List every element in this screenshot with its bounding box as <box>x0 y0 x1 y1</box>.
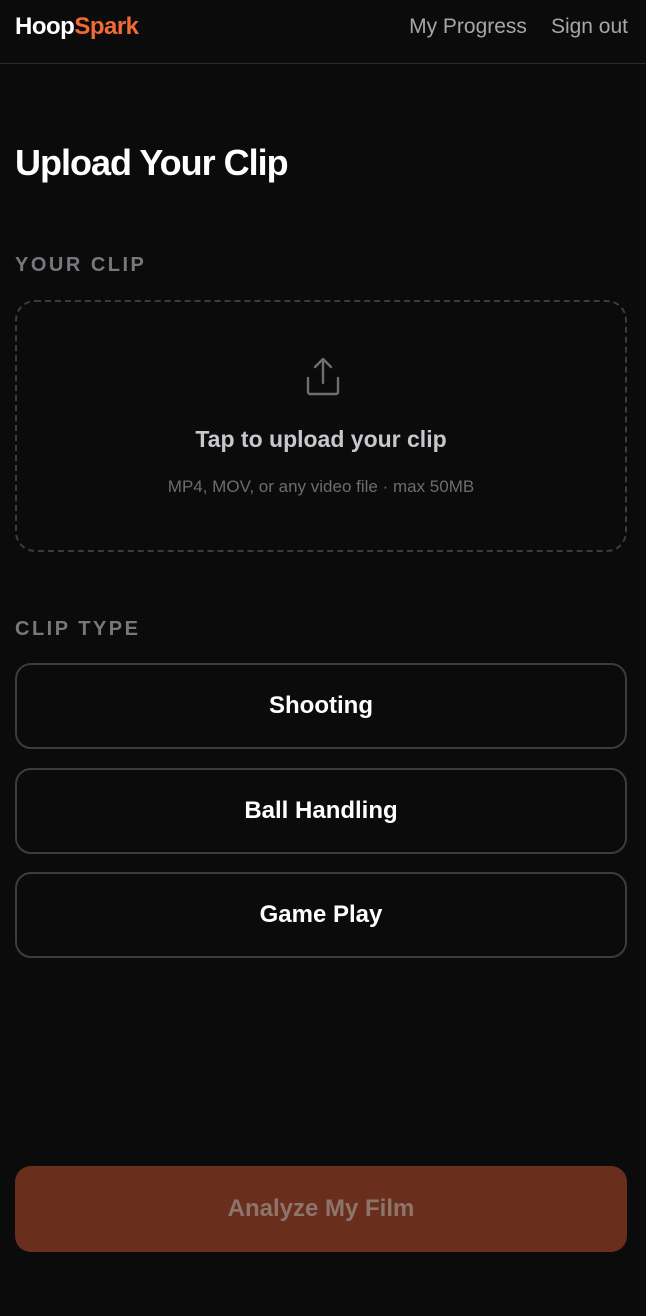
analyze-film-button[interactable]: Analyze My Film <box>15 1166 627 1252</box>
clip-type-shooting-button[interactable]: Shooting <box>15 663 627 749</box>
clip-type-ball-handling-button[interactable]: Ball Handling <box>15 768 627 854</box>
page-title: Upload Your Clip <box>15 142 289 183</box>
nav-my-progress[interactable]: My Progress <box>409 13 527 41</box>
dropzone-title: Tap to upload your clip <box>195 426 447 452</box>
upload-dropzone[interactable]: Tap to upload your clip MP4, MOV, or any… <box>15 300 627 552</box>
logo-hoop: Hoop <box>15 13 75 40</box>
app-header: HoopSpark My Progress Sign out <box>0 0 646 64</box>
your-clip-label: YOUR CLIP <box>15 254 147 276</box>
clip-type-game-play-button[interactable]: Game Play <box>15 872 627 958</box>
top-nav: My Progress Sign out <box>409 13 628 41</box>
logo[interactable]: HoopSpark <box>15 12 139 42</box>
nav-sign-out[interactable]: Sign out <box>551 13 628 41</box>
upload-icon <box>306 357 340 396</box>
logo-spark: Spark <box>74 13 139 40</box>
clip-type-label: CLIP TYPE <box>15 618 141 640</box>
dropzone-subtitle: MP4, MOV, or any video file · max 50MB <box>167 477 475 496</box>
